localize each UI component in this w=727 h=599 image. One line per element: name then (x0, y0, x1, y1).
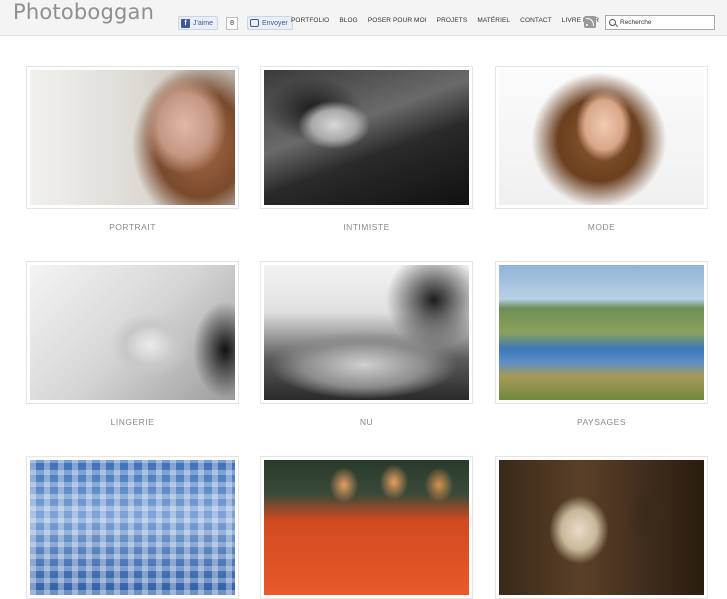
facebook-like-label: J'aime (193, 19, 214, 27)
facebook-send-button[interactable]: Envoyer (247, 16, 293, 30)
gallery-photo[interactable] (30, 265, 235, 400)
facebook-like-count: 8 (226, 16, 239, 30)
search-icon (609, 19, 616, 26)
photo-frame (495, 261, 708, 404)
gallery-caption[interactable]: INTIMISTE (260, 222, 473, 232)
nav-item-poser-pour-moi[interactable]: POSER POUR MOI (368, 17, 427, 24)
facebook-like-button[interactable]: f J'aime (178, 16, 219, 30)
photo-frame (26, 261, 239, 404)
photo-frame (260, 261, 473, 404)
gallery-item-lingerie[interactable]: LINGERIE (26, 261, 239, 427)
gallery-caption[interactable]: MODE (495, 222, 708, 232)
gallery-photo[interactable] (30, 460, 235, 595)
rss-icon[interactable] (584, 16, 596, 28)
gallery-photo[interactable] (499, 460, 704, 595)
nav-item-contact[interactable]: CONTACT (520, 17, 552, 24)
nav-item-projets[interactable]: PROJETS (437, 17, 468, 24)
gallery-item-9[interactable] (495, 456, 708, 599)
gallery-item-intimiste[interactable]: INTIMISTE (260, 66, 473, 232)
gallery-item-portrait[interactable]: PORTRAIT (26, 66, 239, 232)
gallery-photo[interactable] (499, 265, 704, 400)
photo-frame (260, 456, 473, 599)
search-box (605, 15, 715, 30)
gallery-caption[interactable]: PORTRAIT (26, 222, 239, 232)
facebook-send-label: Envoyer (262, 19, 288, 27)
gallery-item-8[interactable] (260, 456, 473, 599)
gallery-photo[interactable] (264, 460, 469, 595)
facebook-widget: f J'aime 8 Envoyer (178, 16, 293, 30)
gallery-item-paysages[interactable]: PAYSAGES (495, 261, 708, 427)
gallery-photo[interactable] (264, 265, 469, 400)
photo-frame (260, 66, 473, 209)
nav-item-portfolio[interactable]: PORTFOLIO (291, 17, 329, 24)
facebook-icon: f (181, 18, 190, 28)
nav-item-materiel[interactable]: MATÉRIEL (477, 17, 510, 24)
nav-item-blog[interactable]: BLOG (339, 17, 357, 24)
photo-frame (26, 456, 239, 599)
site-header: Photoboggan f J'aime 8 Envoyer PORTFOLIO… (0, 0, 727, 36)
gallery-item-mode[interactable]: MODE (495, 66, 708, 232)
gallery-photo[interactable] (499, 70, 704, 205)
gallery-item-7[interactable] (26, 456, 239, 599)
search-input[interactable] (620, 19, 710, 26)
gallery-photo[interactable] (264, 70, 469, 205)
gallery-caption[interactable]: NU (260, 417, 473, 427)
gallery-caption[interactable]: LINGERIE (26, 417, 239, 427)
gallery-item-nu[interactable]: NU (260, 261, 473, 427)
site-logo[interactable]: Photoboggan (13, 0, 154, 24)
gallery-photo[interactable] (30, 70, 235, 205)
photo-frame (495, 66, 708, 209)
photo-frame (495, 456, 708, 599)
send-icon (250, 19, 260, 27)
photo-frame (26, 66, 239, 209)
main-nav: PORTFOLIO BLOG POSER POUR MOI PROJETS MA… (291, 17, 609, 24)
gallery-caption[interactable]: PAYSAGES (495, 417, 708, 427)
